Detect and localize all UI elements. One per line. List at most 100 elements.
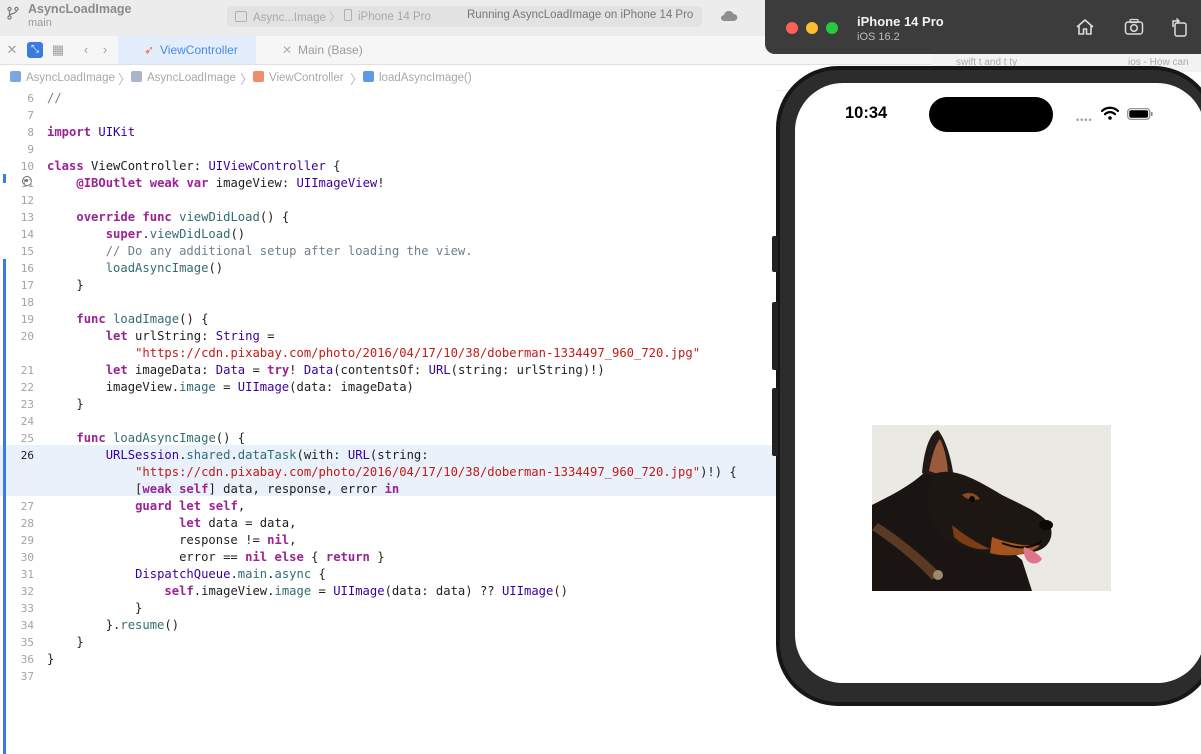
code-line[interactable]: 22 imageView.image = UIImage(data: image… [0, 379, 776, 396]
close-icon[interactable]: ✕ [4, 42, 20, 58]
jumpbar-project[interactable]: AsyncLoadImage [10, 71, 115, 84]
code-text: let urlString: String = [105, 329, 275, 343]
tab-viewcontroller[interactable]: ➶ ViewController [118, 36, 256, 64]
jumpbar-file[interactable]: ViewController [253, 71, 344, 84]
grid-icon[interactable]: ▦ [50, 42, 66, 58]
code-line[interactable]: 6 // [0, 90, 776, 107]
code-line[interactable]: 35 } [0, 634, 776, 651]
cloud-icon[interactable] [720, 10, 738, 22]
code-text: "https://cdn.pixabay.com/photo/2016/04/1… [135, 465, 737, 479]
code-line[interactable]: 31 DispatchQueue.main.async { [0, 566, 776, 583]
code-line[interactable]: 36} [0, 651, 776, 668]
line-number[interactable]: 19 [0, 311, 34, 328]
device-screen[interactable]: 10:34 •••• [795, 83, 1201, 683]
line-number[interactable]: 20 [0, 328, 34, 345]
line-number[interactable]: 14 [0, 226, 34, 243]
line-number[interactable]: 15 [0, 243, 34, 260]
code-line[interactable]: "https://cdn.pixabay.com/photo/2016/04/1… [0, 345, 776, 362]
code-line[interactable]: 34 }.resume() [0, 617, 776, 634]
code-line[interactable]: 9 [0, 141, 776, 158]
line-number[interactable]: 18 [0, 294, 34, 311]
line-number[interactable]: 11 [0, 175, 34, 192]
code-line[interactable]: 30 error == nil else { return } [0, 549, 776, 566]
code-line[interactable]: [weak self] data, response, error in [0, 481, 776, 498]
zoom-window-button[interactable] [826, 22, 838, 34]
rotate-icon[interactable] [1169, 16, 1191, 38]
screenshot-icon[interactable] [1123, 16, 1145, 38]
code-text: // Do any additional setup after loading… [105, 244, 473, 258]
app-icon [235, 11, 247, 22]
code-line[interactable]: 25 func loadAsyncImage() { [0, 430, 776, 447]
line-number[interactable]: 30 [0, 549, 34, 566]
line-number[interactable]: 35 [0, 634, 34, 651]
code-line[interactable]: 13 override func viewDidLoad() { [0, 209, 776, 226]
code-line[interactable]: 7 [0, 107, 776, 124]
code-line[interactable]: 17 } [0, 277, 776, 294]
line-number[interactable]: 36 [0, 651, 34, 668]
code-line[interactable]: 29 response != nil, [0, 532, 776, 549]
close-window-button[interactable] [786, 22, 798, 34]
code-line[interactable]: 15 // Do any additional setup after load… [0, 243, 776, 260]
code-line[interactable]: 32 self.imageView.image = UIImage(data: … [0, 583, 776, 600]
line-number[interactable]: 27 [0, 498, 34, 515]
code-line[interactable]: 10 class ViewController: UIViewController… [0, 158, 776, 175]
branch-icon [7, 6, 19, 20]
line-number[interactable]: 6 [0, 90, 34, 107]
minimize-window-button[interactable] [806, 22, 818, 34]
volume-down-button[interactable] [772, 388, 778, 456]
code-line[interactable]: 14 super.viewDidLoad() [0, 226, 776, 243]
code-line[interactable]: 12 [0, 192, 776, 209]
line-number[interactable]: 16 [0, 260, 34, 277]
back-arrow-icon[interactable]: ‹ [78, 42, 94, 58]
line-number[interactable]: 28 [0, 515, 34, 532]
code-line[interactable]: 16 loadAsyncImage() [0, 260, 776, 277]
line-number[interactable]: 24 [0, 413, 34, 430]
code-line[interactable]: 20 let urlString: String = [0, 328, 776, 345]
code-line[interactable]: 23 } [0, 396, 776, 413]
line-number[interactable]: 17 [0, 277, 34, 294]
tab-main-base[interactable]: ✕ Main (Base) [272, 36, 392, 64]
code-editor[interactable]: 6 // 7 8 import UIKit 9 10 class ViewController… [0, 90, 776, 754]
code-line[interactable]: "https://cdn.pixabay.com/photo/2016/04/1… [0, 464, 776, 481]
line-number[interactable]: 31 [0, 566, 34, 583]
code-line[interactable]: 24 [0, 413, 776, 430]
line-number[interactable]: 25 [0, 430, 34, 447]
action-button[interactable] [772, 236, 778, 272]
line-number[interactable]: 37 [0, 668, 34, 685]
line-number[interactable]: 12 [0, 192, 34, 209]
line-number[interactable]: 26 [0, 447, 34, 464]
code-line[interactable]: 27 guard let self, [0, 498, 776, 515]
code-line[interactable]: 11 @IBOutlet weak var imageView: UIImage… [0, 175, 776, 192]
line-number[interactable]: 32 [0, 583, 34, 600]
code-text: guard let self, [135, 499, 246, 513]
line-number[interactable]: 33 [0, 600, 34, 617]
line-number[interactable]: 34 [0, 617, 34, 634]
line-number[interactable]: 9 [0, 141, 34, 158]
scheme-app[interactable]: Async...Image 〉 [235, 9, 341, 25]
code-line[interactable]: 18 [0, 294, 776, 311]
chevron-right-icon: 〉 [240, 72, 254, 87]
code-line[interactable]: 37 [0, 668, 776, 685]
code-line[interactable]: 28 let data = data, [0, 515, 776, 532]
code-line[interactable]: 19 func loadImage() { [0, 311, 776, 328]
code-line[interactable]: 8 import UIKit [0, 124, 776, 141]
jumpbar-method[interactable]: loadAsyncImage() [363, 71, 472, 84]
line-number[interactable]: 22 [0, 379, 34, 396]
line-number[interactable]: 10 [0, 158, 34, 175]
scheme-selector[interactable]: Async...Image 〉 iPhone 14 Pro Running As… [227, 6, 702, 27]
related-items-icon[interactable]: ⤡ [27, 42, 43, 58]
line-number[interactable]: 7 [0, 107, 34, 124]
code-line[interactable]: 33 } [0, 600, 776, 617]
line-number[interactable]: 8 [0, 124, 34, 141]
line-number[interactable]: 29 [0, 532, 34, 549]
line-number[interactable]: 21 [0, 362, 34, 379]
line-number[interactable]: 23 [0, 396, 34, 413]
scheme-device[interactable]: iPhone 14 Pro [344, 9, 431, 23]
code-line[interactable]: 21 let imageData: Data = try! Data(conte… [0, 362, 776, 379]
line-number[interactable]: 13 [0, 209, 34, 226]
volume-up-button[interactable] [772, 302, 778, 370]
forward-arrow-icon[interactable]: › [97, 42, 113, 58]
jumpbar-folder[interactable]: AsyncLoadImage [131, 71, 236, 84]
code-line[interactable]: 26 URLSession.shared.dataTask(with: URL(… [0, 447, 776, 464]
home-icon[interactable] [1074, 16, 1096, 38]
